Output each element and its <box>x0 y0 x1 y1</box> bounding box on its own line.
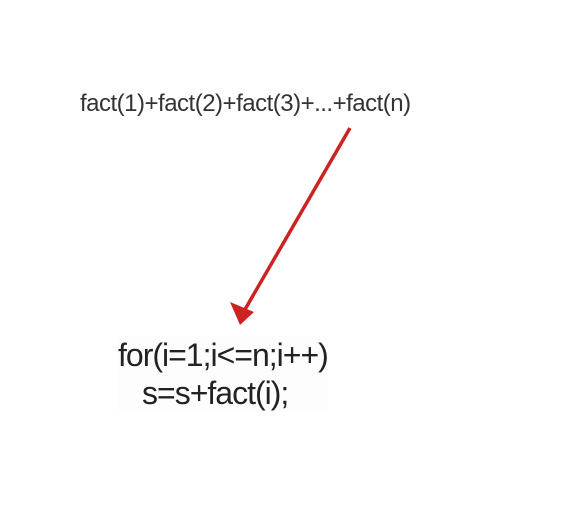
arrow-annotation <box>180 120 380 330</box>
arrow-icon <box>180 120 380 330</box>
code-snippet: for(i=1;i<=n;i++) s=s+fact(i); <box>118 336 328 413</box>
code-line-accumulator: s=s+fact(i); <box>142 374 328 412</box>
math-formula-expression: fact(1)+fact(2)+fact(3)+...+fact(n) <box>80 90 411 118</box>
code-line-for-loop: for(i=1;i<=n;i++) <box>118 336 328 374</box>
